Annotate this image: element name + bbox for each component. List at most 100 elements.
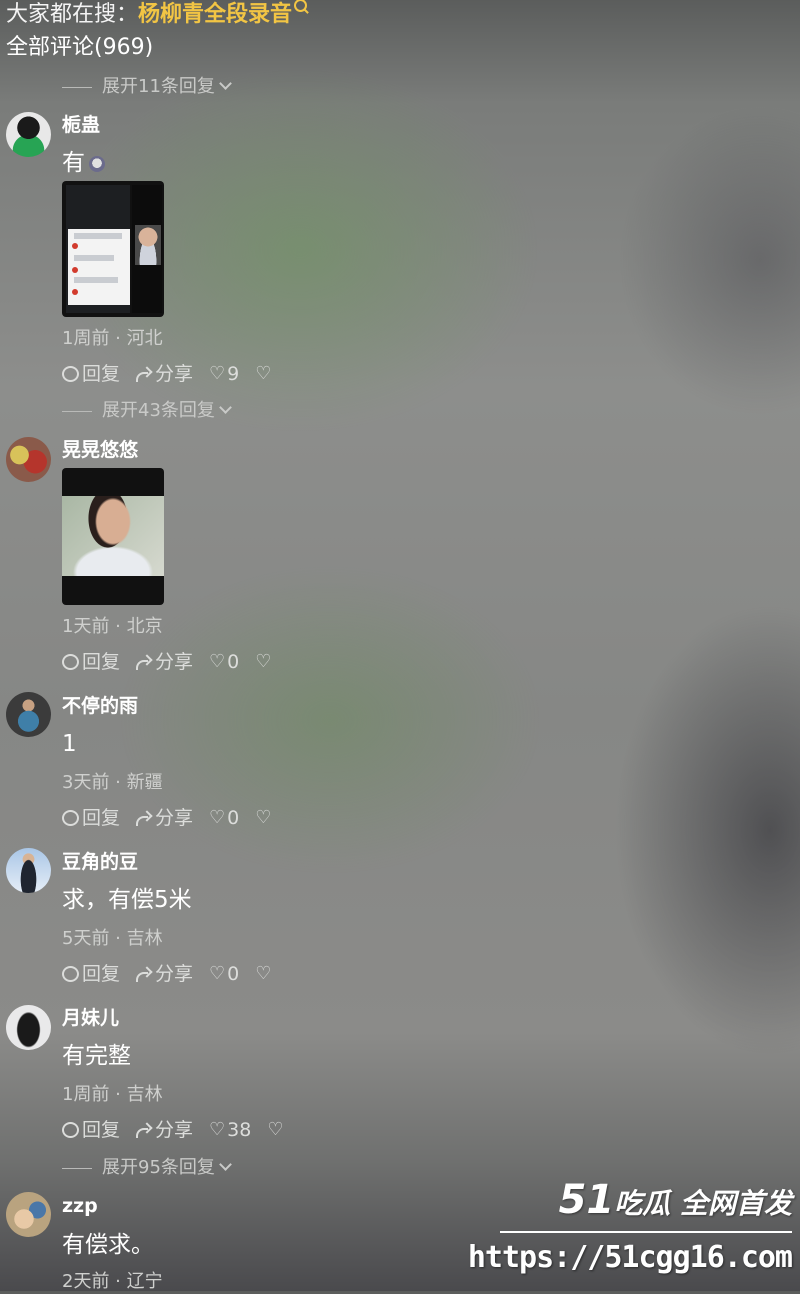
avatar[interactable] [6,1005,51,1050]
broken-heart-icon: ♡ [267,1119,284,1140]
like-button[interactable]: ♡ 38 [209,1118,251,1142]
watermark-divider [500,1231,792,1233]
comment-actions: 回复 分享 ♡ 9 ♡ [62,362,287,386]
like-count: 0 [227,963,240,985]
broken-heart-icon: ♡ [255,807,272,828]
share-arrow-icon [136,811,152,826]
comment-meta: 1周前 · 吉林 [62,1084,163,1105]
share-button[interactable]: 分享 [136,650,193,674]
avatar[interactable] [6,848,51,893]
comment-meta: 1天前 · 北京 [62,616,163,637]
screenshot-phone-right [132,185,162,313]
comment-username[interactable]: 晃晃悠悠 [62,438,138,462]
share-arrow-icon [136,655,152,670]
like-count: 9 [227,363,240,385]
avatar[interactable] [6,112,51,157]
share-button[interactable]: 分享 [136,962,193,986]
heart-icon: ♡ [209,651,226,672]
avatar[interactable] [6,437,51,482]
search-prefix: 大家都在搜： [6,2,139,27]
chevron-down-icon [219,1157,232,1171]
comment-bubble-icon [62,810,79,826]
comment-actions: 回复 分享 ♡ 0 ♡ [62,806,287,830]
share-button[interactable]: 分享 [136,1118,193,1142]
comment-meta: 5天前 · 吉林 [62,928,163,949]
like-count: 38 [227,1119,252,1141]
share-button[interactable]: 分享 [136,806,193,830]
comments-title: 全部评论(969) [6,35,154,60]
dislike-button[interactable]: ♡ [255,365,271,383]
share-arrow-icon [136,367,152,382]
comment-bubble-icon [62,966,79,982]
chevron-down-icon [219,400,232,414]
like-count: 0 [227,651,240,673]
comment-username[interactable]: zzp [62,1194,98,1218]
heart-icon: ♡ [209,1119,226,1140]
comment-text-value: 有 [62,150,85,176]
share-button[interactable]: 分享 [136,362,193,386]
expand-replies-label: 展开11条回复 [102,76,215,97]
sticker-emoji-icon [89,155,105,172]
dislike-button[interactable]: ♡ [255,653,271,671]
like-button[interactable]: ♡ 0 [209,650,239,674]
comment-bubble-icon [62,1122,79,1138]
watermark-url: https://51cgg16.com [467,1240,793,1275]
comment-username[interactable]: 月妹儿 [62,1006,119,1030]
reply-button[interactable]: 回复 [62,962,120,986]
comment-text: 求，有偿5米 [62,887,192,913]
comment-username[interactable]: 栀蛊 [62,113,100,137]
comment-username[interactable]: 豆角的豆 [62,850,138,874]
like-count: 0 [227,807,240,829]
broken-heart-icon: ♡ [255,963,272,984]
comment-meta: 3天前 · 新疆 [62,772,163,793]
comment-image[interactable] [62,468,164,605]
share-arrow-icon [136,967,152,982]
search-query[interactable]: 杨柳青全段录音 [138,2,292,27]
comment-text: 有 [62,148,105,178]
watermark-brand: 51吃瓜 全网首发 [559,1180,792,1224]
comment-actions: 回复 分享 ♡ 38 ♡ [62,1118,300,1142]
broken-heart-icon: ♡ [255,363,272,384]
comment-text: 1 [62,731,77,757]
comment-actions: 回复 分享 ♡ 0 ♡ [62,650,287,674]
watermark-brand-number: 51 [558,1177,615,1223]
watermark-brand-text: 吃瓜 全网首发 [614,1187,792,1220]
reply-button[interactable]: 回复 [62,362,120,386]
heart-icon: ♡ [209,807,226,828]
divider-line [62,1167,92,1169]
heart-icon: ♡ [209,363,226,384]
comment-text: 有偿求。 [62,1232,154,1258]
comment-meta: 2天前 · 辽宁 [62,1271,163,1292]
comment-bubble-icon [62,654,79,670]
expand-replies-label: 展开43条回复 [102,400,215,421]
share-arrow-icon [136,1123,152,1138]
like-button[interactable]: ♡ 9 [209,362,239,386]
reply-button[interactable]: 回复 [62,806,120,830]
dislike-button[interactable]: ♡ [267,1121,283,1139]
comment-image[interactable] [62,181,164,317]
expand-replies-label: 展开95条回复 [102,1157,215,1178]
screenshot-phone-left [66,185,130,313]
heart-icon: ♡ [209,963,226,984]
comment-meta: 1周前 · 河北 [62,328,163,349]
divider-line [62,86,92,88]
comment-username[interactable]: 不停的雨 [62,694,138,718]
comment-actions: 回复 分享 ♡ 0 ♡ [62,962,287,986]
avatar[interactable] [6,692,51,737]
search-icon[interactable] [294,0,308,12]
reply-button[interactable]: 回复 [62,1118,120,1142]
expand-replies-button[interactable]: 展开95条回复 [62,1156,232,1180]
broken-heart-icon: ♡ [255,651,272,672]
avatar[interactable] [6,1192,51,1237]
like-button[interactable]: ♡ 0 [209,962,239,986]
search-suggestion[interactable]: 大家都在搜：杨柳青全段录音 [6,0,308,30]
divider-line [62,410,92,412]
reply-button[interactable]: 回复 [62,650,120,674]
dislike-button[interactable]: ♡ [255,809,271,827]
dislike-button[interactable]: ♡ [255,965,271,983]
expand-replies-button[interactable]: 展开11条回复 [62,75,232,99]
photo-thumbnail [62,496,164,576]
expand-replies-button[interactable]: 展开43条回复 [62,399,232,423]
like-button[interactable]: ♡ 0 [209,806,239,830]
chevron-down-icon [219,76,232,90]
